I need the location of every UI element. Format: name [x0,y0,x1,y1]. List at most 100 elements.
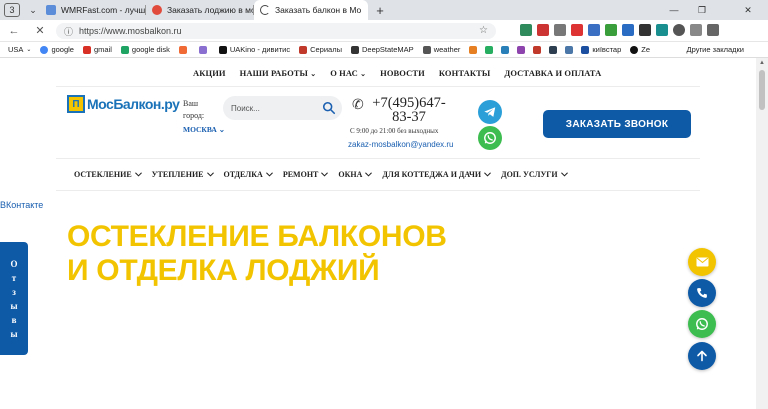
tab-list-chevron-icon[interactable]: ⌄ [26,3,40,17]
bookmark-ze[interactable]: Ze [630,45,650,54]
uakino-icon [218,45,227,54]
bookmark-icon [178,45,187,54]
site-info-icon[interactable]: ⓘ [64,25,73,38]
bookmark-icon-only[interactable] [533,45,544,54]
site-logo[interactable]: П МосБалкон.ру [67,94,180,114]
bookmark-icon [533,45,542,54]
bookmark-icon [549,45,558,54]
bookmark-deepstatemap[interactable]: DeepStateMAP [350,45,414,54]
extension-icon[interactable] [554,24,566,36]
bookmark-icon-only[interactable] [198,45,210,54]
phone-icon: ✆ [352,96,364,112]
download-icon[interactable] [707,24,719,36]
close-window-icon[interactable]: ✕ [736,0,760,20]
bookmark-weather[interactable]: weather [422,45,460,54]
menu-icon[interactable] [690,24,702,36]
bookmark-icon-only[interactable] [549,45,560,54]
search-input[interactable] [231,103,321,113]
tab-count-badge[interactable]: 3 [4,3,20,17]
topnav-item-works[interactable]: НАШИ РАБОТЫ ⌄ [240,68,317,78]
extension-icon[interactable] [622,24,634,36]
city-selector[interactable]: МОСКВА ⌄ [183,125,225,134]
address-bar[interactable]: ⓘ https://www.mosbalkon.ru ☆ [56,23,496,39]
scrollbar-thumb[interactable] [759,70,765,110]
whatsapp-icon [696,318,708,330]
extension-icon[interactable] [537,24,549,36]
bookmark-star-icon[interactable]: ☆ [479,25,488,36]
whatsapp-float-button[interactable] [688,310,716,338]
email-link[interactable]: zakaz-mosbalkon@yandex.ru [348,140,454,149]
ze-icon [630,45,639,54]
telegram-button[interactable] [478,100,502,124]
bookmark-icon-only[interactable] [469,45,480,54]
browser-tab-3-active[interactable]: Заказать балкон в Мо ✕ [254,0,368,20]
chevron-down-icon [265,172,273,177]
arrow-up-icon [697,350,707,362]
reviews-side-tab[interactable]: О т з ы в ы [0,242,28,355]
logo-icon: П [67,95,85,113]
topnav-item-contacts[interactable]: КОНТАКТЫ [439,68,491,78]
extension-icon[interactable] [520,24,532,36]
bookmark-icon-only[interactable] [517,45,528,54]
bookmark-gmail[interactable]: gmail [82,45,112,54]
bookmark-kyivstar[interactable]: київстар [581,45,621,54]
other-bookmarks[interactable]: Другие закладки [687,45,744,54]
order-call-button[interactable]: ЗАКАЗАТЬ ЗВОНОК [543,110,691,138]
topnav-item-about[interactable]: О НАС ⌄ [330,68,366,78]
extension-icon[interactable] [656,24,668,36]
nav-item-cottage[interactable]: ДЛЯ КОТТЕДЖА И ДАЧИ [382,170,492,179]
chevron-down-icon [484,172,492,177]
minimize-icon[interactable]: — [662,0,686,20]
mail-icon [696,257,708,267]
profile-icon[interactable] [673,24,685,36]
nav-item-windows[interactable]: ОКНА [338,170,373,179]
extension-icon[interactable] [588,24,600,36]
chevron-down-icon [206,172,214,177]
whatsapp-button[interactable] [478,126,502,150]
scroll-up-arrow-icon[interactable]: ▲ [759,60,765,66]
serials-icon [299,45,308,54]
search-box [223,96,342,120]
bookmark-icon-only[interactable] [565,45,576,54]
city-label: Ваш город: [183,99,205,120]
extension-icon[interactable] [605,24,617,36]
restore-icon[interactable]: ❐ [690,0,714,20]
phone-number[interactable]: +7(495)647-83-37 [364,96,454,125]
nav-item-finishing[interactable]: ОТДЕЛКА [224,170,273,179]
browser-toolbar: ← ✕ ⓘ https://www.mosbalkon.ru ☆ [0,20,768,42]
bookmark-icon-only[interactable] [485,45,496,54]
url-text: https://www.mosbalkon.ru [79,26,182,36]
phone-call-button[interactable] [688,279,716,307]
browser-tab-1[interactable]: WMRFast.com - лучшее м [40,0,146,20]
bookmark-icon-only[interactable] [178,45,190,54]
bookmark-icon [517,45,526,54]
back-arrow-icon[interactable]: ← [6,23,22,39]
topnav-item-promotions[interactable]: АКЦИИ [193,68,226,78]
extension-icon[interactable] [639,24,651,36]
tab-close-icon[interactable]: ✕ [367,5,368,16]
new-tab-button[interactable]: + [372,2,388,18]
scroll-to-top-button[interactable] [688,342,716,370]
nav-item-repair[interactable]: РЕМОНТ [283,170,329,179]
page-scrollbar[interactable]: ▲ [756,58,768,409]
bookmark-uakino[interactable]: UAKino - дивитис [218,45,290,54]
bookmark-serials[interactable]: Сериалы [299,45,342,54]
topnav-item-news[interactable]: НОВОСТИ [380,68,425,78]
bookmark-google[interactable]: google [40,45,74,54]
search-icon[interactable] [322,101,336,115]
bookmark-usa[interactable]: USA ⌄ [8,45,31,54]
mail-button[interactable] [688,248,716,276]
vk-link[interactable]: ВКонтакте [0,200,43,210]
hero-title-line2: И ОТДЕЛКА ЛОДЖИЙ [67,254,380,287]
stop-loading-icon[interactable]: ✕ [32,23,48,39]
nav-item-glazing[interactable]: ОСТЕКЛЕНИЕ [74,170,142,179]
bookmark-google-disk[interactable]: google disk [120,45,170,54]
tab-title: Заказать лоджию в моск [167,5,254,15]
chevron-down-icon [134,172,142,177]
bookmark-icon-only[interactable] [501,45,512,54]
nav-item-extra-services[interactable]: ДОП. УСЛУГИ [501,170,568,179]
topnav-item-delivery[interactable]: ДОСТАВКА И ОПЛАТА [504,68,601,78]
extension-icon[interactable] [571,24,583,36]
nav-item-insulation[interactable]: УТЕПЛЕНИЕ [152,170,214,179]
browser-tab-2[interactable]: Заказать лоджию в моск [146,0,254,20]
